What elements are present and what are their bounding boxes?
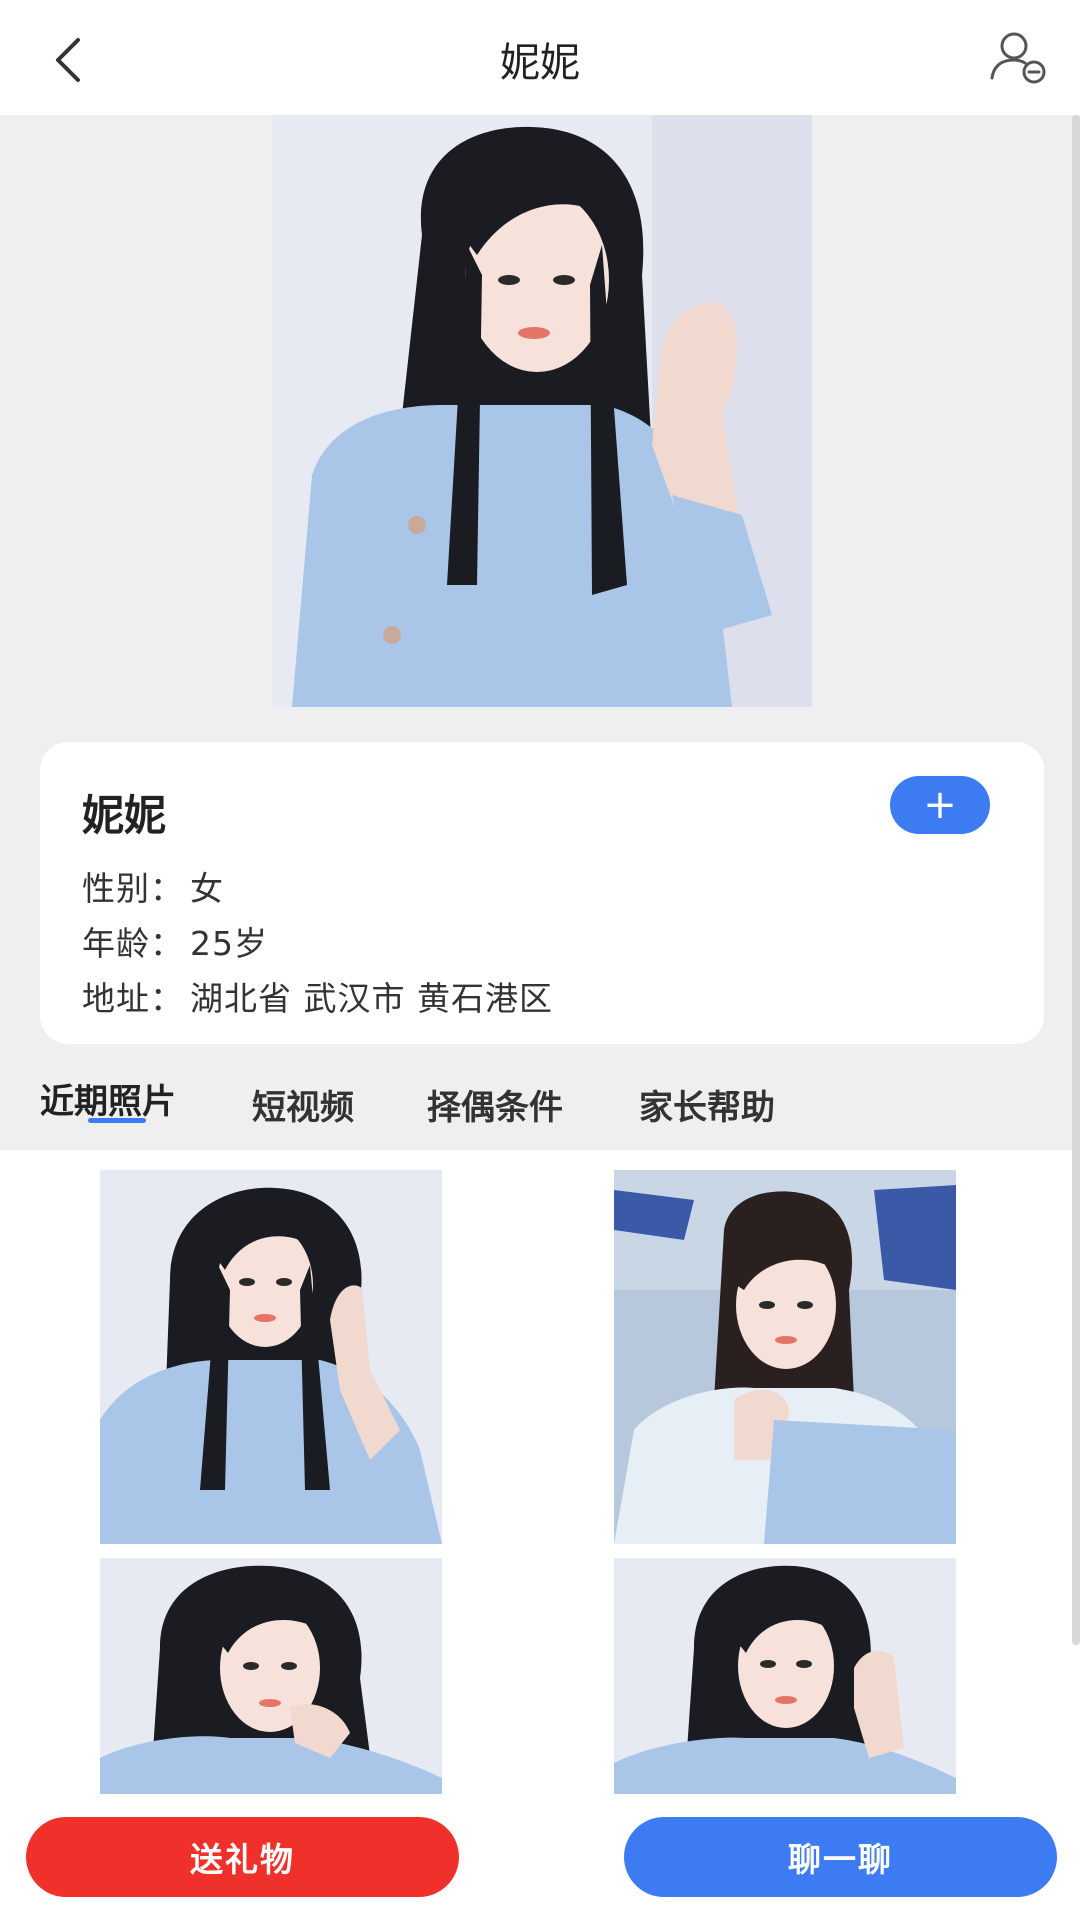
tab-partner-criteria[interactable]: 择偶条件 <box>427 1080 563 1129</box>
address-label: 地址： <box>82 979 184 1018</box>
gender-label: 性别： <box>82 869 184 908</box>
page-title: 妮妮 <box>500 40 580 86</box>
age-label: 年龄： <box>82 924 184 963</box>
send-gift-button[interactable]: 送礼物 <box>26 1817 459 1897</box>
profile-name: 妮妮 <box>82 791 167 840</box>
tab-parent-help[interactable]: 家长帮助 <box>639 1080 775 1129</box>
grid-photo-2[interactable] <box>614 1170 956 1544</box>
gender-value: 女 <box>190 869 224 908</box>
gender-row: 性别：女 <box>82 862 224 910</box>
tab-recent-photos[interactable]: 近期照片 <box>40 1074 176 1123</box>
tab-bar: 近期照片 短视频 择偶条件 家长帮助 <box>0 1070 1080 1150</box>
grid-photo-1[interactable] <box>100 1170 442 1544</box>
age-row: 年龄： 25岁 <box>82 917 268 965</box>
address-value: 湖北省 武汉市 黄石港区 <box>190 979 553 1018</box>
main-profile-photo[interactable] <box>272 115 812 707</box>
plus-icon: + <box>923 782 957 828</box>
user-remove-button[interactable] <box>984 24 1052 92</box>
add-friend-button[interactable]: + <box>890 776 990 834</box>
top-header: 妮妮 <box>0 0 1080 115</box>
grid-photo-3[interactable] <box>100 1558 442 1794</box>
user-remove-icon <box>990 32 1046 84</box>
age-value: 25岁 <box>190 924 268 963</box>
scrollbar[interactable] <box>1072 115 1080 1645</box>
grid-photo-4[interactable] <box>614 1558 956 1794</box>
active-tab-indicator <box>88 1118 146 1123</box>
chat-button[interactable]: 聊一聊 <box>624 1817 1057 1897</box>
profile-info-card: 妮妮 + 性别：女 年龄： 25岁 地址： 湖北省 武汉市 黄石港区 <box>40 742 1044 1044</box>
tab-short-videos[interactable]: 短视频 <box>252 1080 354 1129</box>
address-row: 地址： 湖北省 武汉市 黄石港区 <box>82 972 553 1020</box>
